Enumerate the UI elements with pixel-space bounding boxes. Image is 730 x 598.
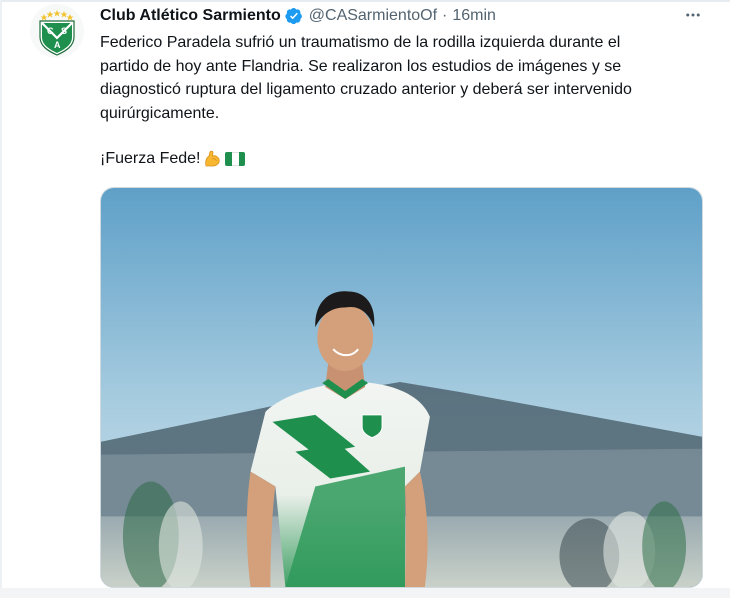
green-white-flag-icon — [225, 151, 246, 166]
tweet-text-line: Federico Paradela sufrió un traumatismo … — [100, 34, 621, 51]
flexed-biceps-icon — [205, 150, 221, 167]
tweet-text-line: quirúrgicamente. — [100, 104, 220, 122]
verified-badge-icon — [285, 7, 302, 25]
tweet-header: Club Atlético Sarmiento @CASarmientoOf ·… — [100, 5, 496, 27]
author-handle[interactable]: @CASarmientoOf — [309, 7, 437, 25]
author-name[interactable]: Club Atlético Sarmiento — [100, 7, 281, 25]
top-border — [0, 0, 730, 2]
more-options-icon[interactable] — [682, 4, 704, 26]
crest-letter-s: S — [61, 26, 67, 36]
header-separator: · — [442, 7, 448, 24]
crest-letter-c: C — [47, 26, 54, 36]
left-border — [0, 0, 2, 598]
tweet-text: Federico Paradela sufrió un traumatismo … — [100, 31, 700, 171]
tweet-closing-line: ¡Fuerza Fede! — [100, 147, 700, 171]
club-crest-icon[interactable]: C S A — [30, 4, 84, 58]
closing-text: ¡Fuerza Fede! — [100, 150, 201, 167]
tweet-text-line: partido de hoy ante Flandria. Se realiza… — [100, 57, 622, 75]
bottom-border — [0, 588, 730, 598]
tweet-text-line: diagnosticó ruptura del ligamento cruzad… — [100, 81, 632, 98]
tweet-timestamp[interactable]: 16min — [452, 7, 496, 25]
tweet-photo[interactable] — [100, 187, 703, 588]
crest-letter-a: A — [54, 40, 61, 50]
